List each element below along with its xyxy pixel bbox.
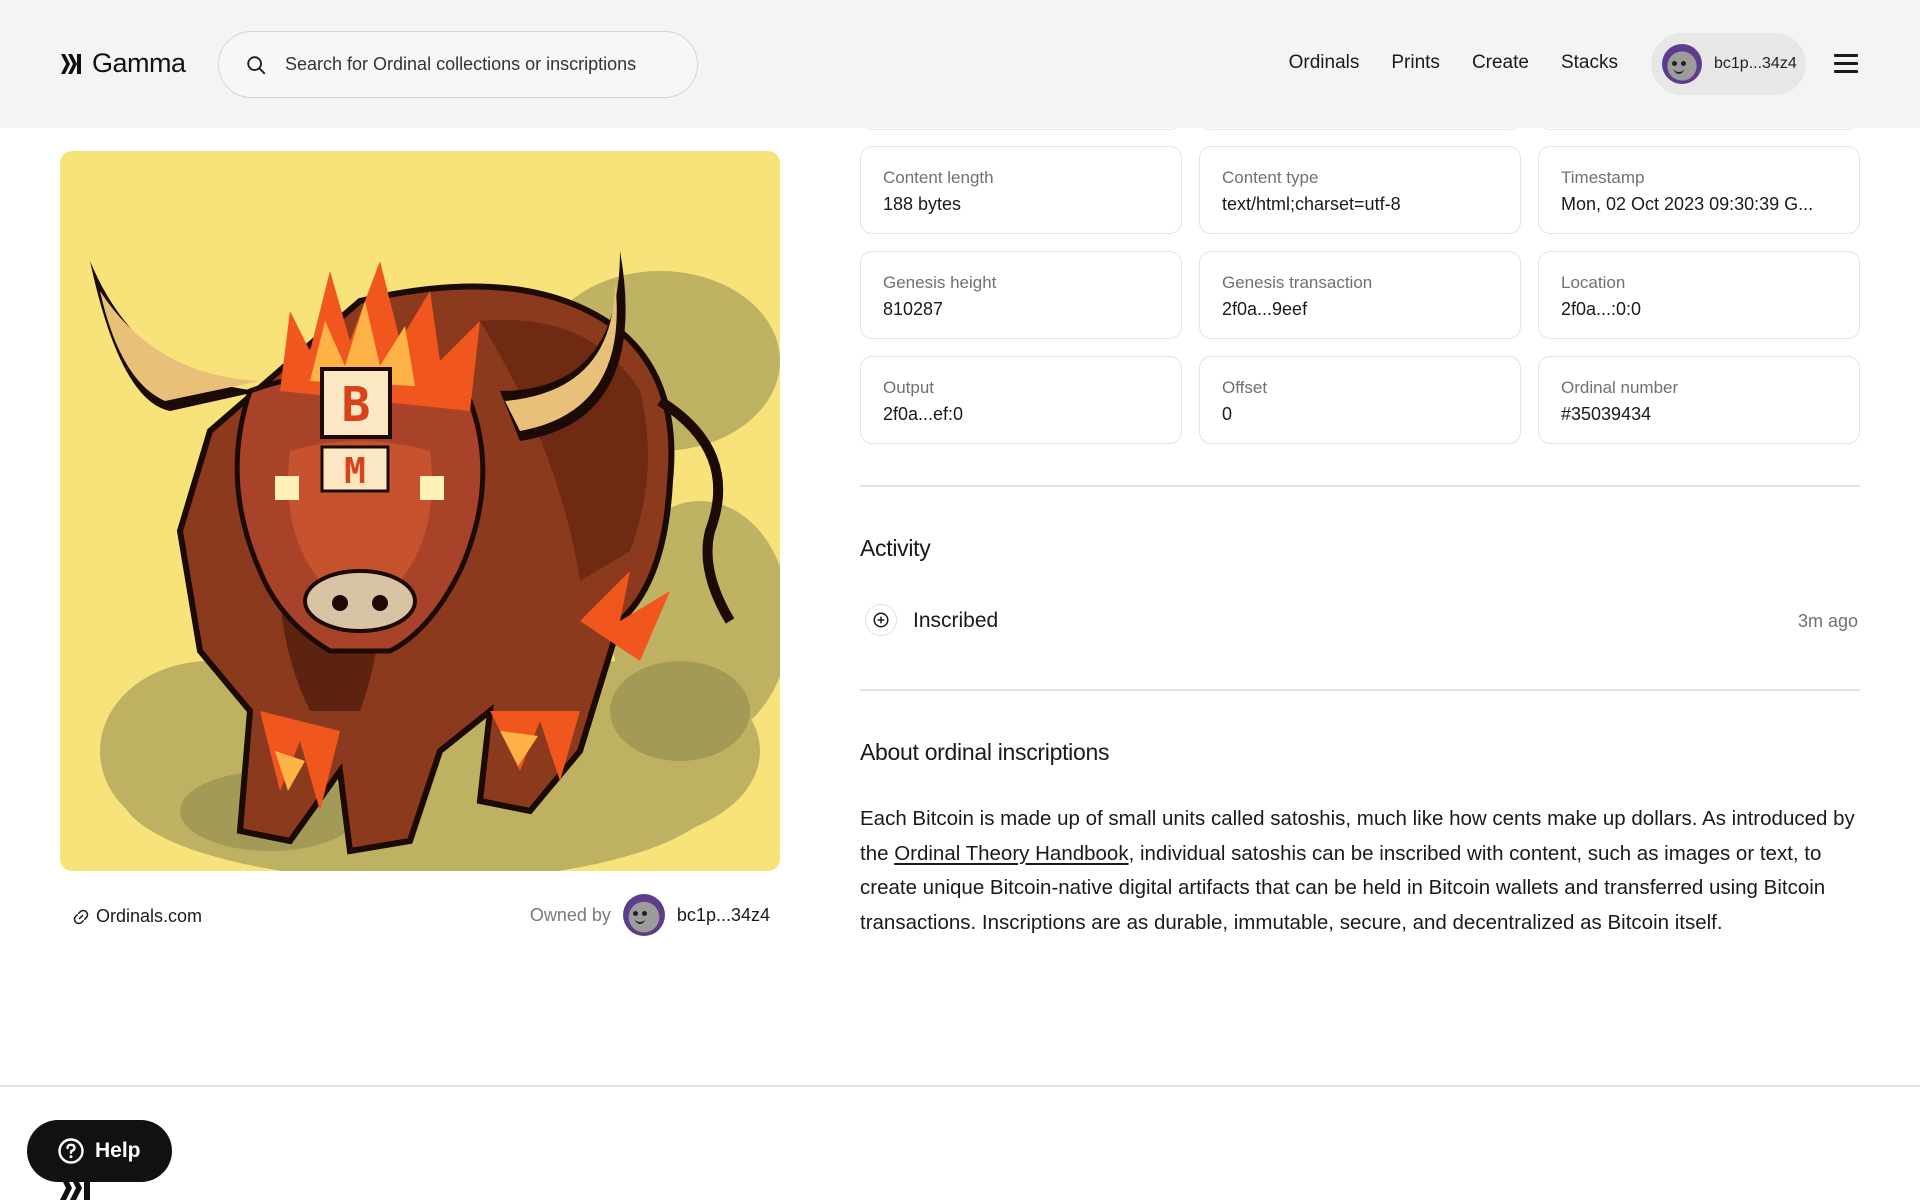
main-nav: Ordinals Prints Create Stacks [1289,52,1618,74]
search-icon [247,55,266,74]
detail-label: Timestamp [1561,168,1645,187]
detail-card-location[interactable]: Location 2f0a...:0:0 [1538,251,1860,339]
detail-value: 0 [1222,404,1233,424]
logo-text: Gamma [92,48,186,78]
details-grid: Content length 188 bytes Content type te… [860,146,1860,444]
search-input[interactable] [285,54,675,75]
detail-card-offset: Offset 0 [1199,356,1521,444]
detail-card-timestamp: Timestamp Mon, 02 Oct 2023 09:30:39 G... [1538,146,1860,234]
activity-label: Inscribed [913,609,999,632]
detail-card-content-length: Content length 188 bytes [860,146,1182,234]
detail-value: 188 bytes [883,194,962,214]
owned-by-label: Owned by [529,904,611,925]
detail-value: 810287 [883,299,944,319]
detail-label: Content type [1222,168,1319,187]
inscription-image: B M [60,151,780,871]
gamma-logo[interactable]: Gamma [60,48,186,79]
link-icon [73,909,89,924]
detail-card-genesis-height: Genesis height 810287 [860,251,1182,339]
detail-value: Mon, 02 Oct 2023 09:30:39 G... [1561,194,1814,214]
artwork-footer: Ordinals.com Owned by bc1p...34z4 [60,894,780,938]
inscribed-icon [865,604,897,636]
detail-card-output[interactable]: Output 2f0a...ef:0 [860,356,1182,444]
source-link-label: Ordinals.com [96,906,203,926]
nav-ordinals[interactable]: Ordinals [1289,52,1360,74]
fire-bull-artwork: B M [60,151,780,871]
about-text: Each Bitcoin is made up of small units c… [860,802,1860,941]
divider [860,485,1860,487]
ordinal-theory-handbook-link[interactable]: Ordinal Theory Handbook [894,842,1128,865]
help-button[interactable]: Help [27,1120,172,1182]
about-title: About ordinal inscriptions [860,739,1110,765]
detail-label: Content length [883,168,994,187]
account-address: bc1p...34z4 [1714,55,1797,72]
detail-label: Ordinal number [1561,378,1679,397]
activity-title: Activity [860,535,931,561]
avatar [1662,44,1702,84]
detail-label: Genesis transaction [1222,273,1373,292]
detail-label: Offset [1222,378,1268,397]
ordinals-com-link[interactable]: Ordinals.com [72,906,202,927]
activity-time: 3m ago [1797,611,1858,631]
activity-item: Inscribed 3m ago [860,600,1858,640]
nav-create[interactable]: Create [1472,52,1529,74]
top-navbar: Gamma Ordinals Prints Create Stacks bc1p… [0,0,1920,128]
svg-text:B: B [342,377,371,433]
detail-card-ordinal-number: Ordinal number #35039434 [1538,356,1860,444]
detail-value: #35039434 [1561,404,1652,424]
detail-card-genesis-transaction[interactable]: Genesis transaction 2f0a...9eef [1199,251,1521,339]
detail-value[interactable]: 2f0a...9eef [1222,299,1498,320]
hamburger-menu-icon[interactable] [1834,54,1858,74]
detail-value[interactable]: 2f0a...:0:0 [1561,299,1837,320]
owner-info[interactable]: Owned by bc1p...34z4 [530,894,770,936]
detail-value[interactable]: 2f0a...ef:0 [883,404,1159,425]
nav-prints[interactable]: Prints [1391,52,1440,74]
account-button[interactable]: bc1p...34z4 [1651,33,1806,95]
detail-card-content-type: Content type text/html;charset=utf-8 [1199,146,1521,234]
detail-label: Output [883,378,935,397]
gamma-logo-icon [61,53,81,74]
owner-avatar [622,894,665,936]
divider [860,689,1860,691]
svg-text:M: M [344,451,366,492]
search-bar[interactable] [218,31,698,98]
gamma-footer-logo-icon [60,1176,90,1200]
detail-value: text/html;charset=utf-8 [1222,194,1401,214]
detail-label: Location [1561,273,1626,292]
detail-label: Genesis height [883,273,997,292]
help-label: Help [95,1139,141,1162]
footer-divider [0,1085,1920,1087]
nav-stacks[interactable]: Stacks [1561,52,1618,74]
help-icon [58,1138,84,1164]
owner-address[interactable]: bc1p...34z4 [677,905,770,926]
